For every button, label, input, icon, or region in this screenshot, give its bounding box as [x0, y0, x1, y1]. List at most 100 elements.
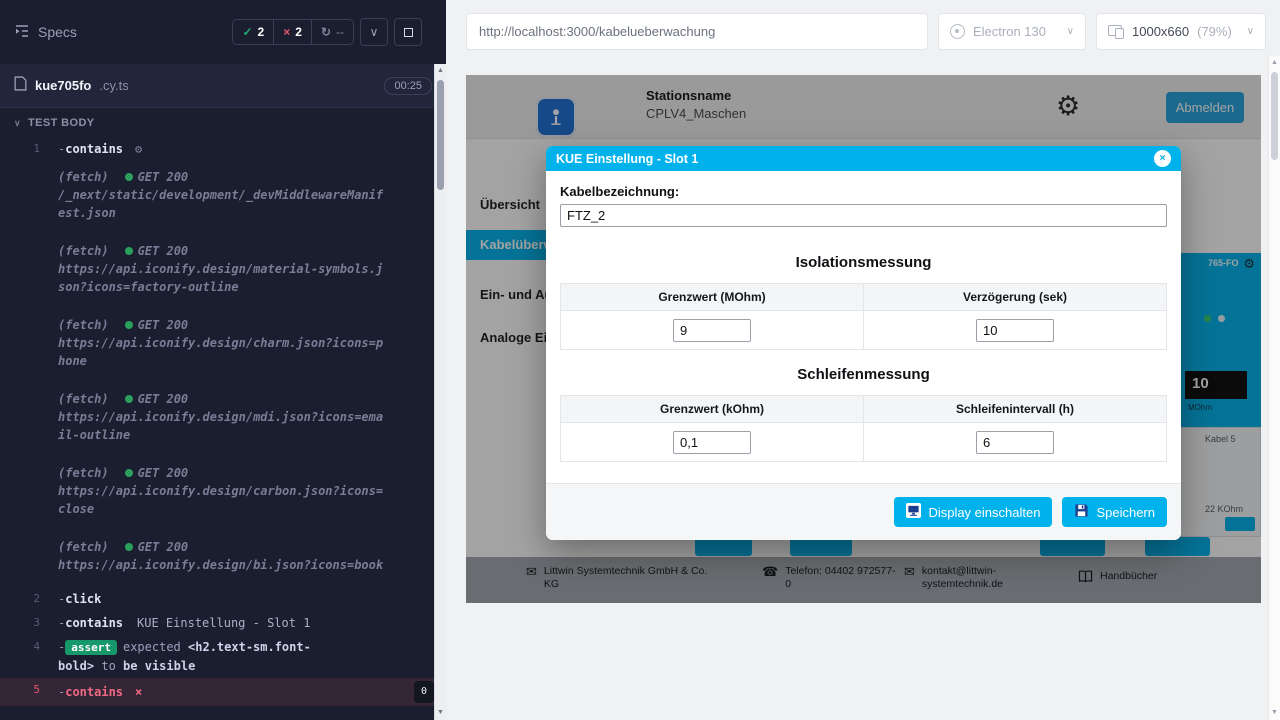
fetch-log: (fetch)GET 200 https://api.iconify.desig… [0, 457, 446, 531]
stop-icon [404, 28, 413, 37]
modal-header: KUE Einstellung - Slot 1 × [546, 146, 1181, 171]
reporter-scrollbar[interactable]: ▲ ▼ [434, 64, 446, 720]
chevron-down-icon: ∨ [1067, 26, 1074, 37]
kabelbezeichnung-input[interactable] [560, 204, 1167, 227]
status-dot-icon [125, 247, 133, 255]
specs-menu-button[interactable]: Specs [14, 23, 77, 42]
test-body-label: TEST BODY [28, 117, 95, 129]
display-einschalten-button[interactable]: Display einschalten [894, 497, 1052, 527]
fetch-status: GET 200 [138, 392, 189, 406]
spec-timer: 00:25 [384, 77, 432, 95]
scrollbar-thumb[interactable] [1271, 72, 1278, 160]
reporter-controls: ✓2 ×2 ↻-- ∨ [232, 18, 422, 46]
command-row-assert[interactable]: 4 assertexpected <h2.text-sm.font-bold> … [0, 635, 446, 678]
column-header: Grenzwert (kOhm) [561, 396, 864, 423]
specs-list-icon [14, 23, 30, 42]
scroll-up-icon[interactable]: ▲ [1269, 56, 1280, 70]
fetch-label: (fetch) [58, 244, 109, 258]
fetch-log: (fetch) GET 200 https://api.iconify.desig… [0, 235, 446, 309]
isolationsmessung-table: Grenzwert (MOhm) Verzögerung (sek) [560, 283, 1167, 350]
schleifenmessung-table: Grenzwert (kOhm) Schleifenintervall (h) [560, 395, 1167, 462]
assert-badge: assert [65, 640, 117, 655]
column-header: Schleifenintervall (h) [864, 396, 1167, 423]
failed-stat: ×2 [273, 20, 311, 44]
test-stats: ✓2 ×2 ↻-- [232, 19, 354, 45]
column-header: Verzögerung (sek) [864, 284, 1167, 311]
fetch-status: GET 200 [138, 540, 189, 554]
fetch-label: (fetch) [58, 170, 109, 184]
spec-name: kue705fo [35, 78, 91, 93]
cypress-reporter: Specs ✓2 ×2 ↻-- ∨ kue705fo .cy.ts 00:25 ∨… [0, 0, 446, 720]
command-row-contains-1[interactable]: 1 contains ⚙ [0, 137, 446, 161]
url-bar[interactable]: http://localhost:3000/kabelueberwachung [466, 13, 928, 50]
screen: Specs ✓2 ×2 ↻-- ∨ kue705fo .cy.ts 00:25 ∨… [0, 0, 1280, 720]
viewport-size: 1000x660 [1132, 24, 1189, 39]
viewport-zoom: (79%) [1197, 24, 1232, 39]
fetch-url: https://api.iconify.design/mdi.json?icon… [58, 408, 388, 444]
spec-file-row[interactable]: kue705fo .cy.ts 00:25 [0, 64, 446, 108]
fetch-log: (fetch)GET 200 https://api.iconify.desig… [0, 383, 446, 457]
scrollbar-thumb[interactable] [437, 80, 444, 190]
pending-stat: ↻-- [311, 20, 353, 44]
page-scrollbar[interactable]: ▲ ▼ [1268, 56, 1280, 720]
browser-selector[interactable]: Electron 130 ∨ [938, 13, 1086, 50]
verzoegerung-sek-input[interactable] [976, 319, 1054, 342]
command-row-contains-failed[interactable]: 5 contains×0 [0, 678, 446, 706]
spec-file-icon [14, 76, 27, 96]
chevron-down-icon: ∨ [14, 118, 21, 129]
grenzwert-kohm-input[interactable] [673, 431, 751, 454]
assert-text: expected [123, 640, 181, 654]
command-number: 5 [0, 681, 58, 703]
electron-icon [950, 24, 965, 39]
display-icon [906, 503, 921, 521]
column-header: Grenzwert (MOhm) [561, 284, 864, 311]
options-gear-icon: ⚙ [135, 142, 142, 156]
collapse-button[interactable]: ∨ [360, 18, 388, 46]
cross-icon: × [283, 25, 290, 39]
isolationsmessung-heading: Isolationsmessung [560, 254, 1167, 271]
app-under-test: Stationsname CPLV4_Maschen ⚙ Abmelden Üb… [466, 75, 1261, 603]
fetch-log: (fetch) GET 200 /_next/static/development… [0, 161, 446, 235]
reporter-header: Specs ✓2 ×2 ↻-- ∨ [0, 0, 446, 64]
command-message: KUE Einstellung - Slot 1 [137, 616, 310, 630]
viewport-icon [1108, 25, 1124, 39]
schleifenintervall-input[interactable] [976, 431, 1054, 454]
viewport-selector[interactable]: 1000x660 (79%) ∨ [1096, 13, 1266, 50]
command-name: contains [58, 683, 123, 701]
test-body-section[interactable]: ∨ TEST BODY [0, 108, 446, 133]
check-icon: ✓ [242, 25, 252, 39]
scroll-down-icon[interactable]: ▼ [1269, 706, 1280, 720]
grenzwert-mohm-input[interactable] [673, 319, 751, 342]
command-number: 1 [0, 140, 58, 158]
speichern-button[interactable]: Speichern [1062, 497, 1167, 527]
command-name: contains [58, 616, 123, 630]
fetch-status: GET 200 [138, 244, 189, 258]
stop-tests-button[interactable] [394, 18, 422, 46]
fetch-url: https://api.iconify.design/material-symb… [58, 260, 388, 296]
fetch-status: GET 200 [138, 170, 189, 184]
fetch-label: (fetch) [58, 540, 109, 554]
browser-name: Electron 130 [973, 24, 1046, 39]
close-icon[interactable]: × [1154, 150, 1171, 167]
spec-extension: .cy.ts [99, 78, 128, 93]
command-number: 4 [0, 638, 58, 675]
modal-title: KUE Einstellung - Slot 1 [556, 152, 698, 166]
url-text: http://localhost:3000/kabelueberwachung [479, 24, 715, 39]
scroll-down-icon[interactable]: ▼ [435, 706, 446, 720]
kabelbezeichnung-label: Kabelbezeichnung: [560, 184, 1167, 199]
command-row-contains-2[interactable]: 3 containsKUE Einstellung - Slot 1 [0, 611, 446, 635]
modal-footer: Display einschalten Speichern [546, 483, 1181, 540]
fetch-status: GET 200 [138, 318, 189, 332]
chevron-down-icon: ∨ [370, 25, 379, 39]
command-name: click [58, 592, 101, 606]
status-dot-icon [125, 173, 133, 181]
scroll-up-icon[interactable]: ▲ [435, 64, 446, 78]
modal-body: Kabelbezeichnung: Isolationsmessung Gren… [546, 184, 1181, 462]
fetch-label: (fetch) [58, 466, 109, 480]
command-row-click[interactable]: 2 click [0, 587, 446, 611]
command-name: contains [58, 142, 123, 156]
pending-count: -- [336, 25, 344, 39]
fetch-url: /_next/static/development/_devMiddleware… [58, 186, 388, 222]
fetch-url: https://api.iconify.design/bi.json?icons… [58, 556, 388, 574]
fetch-url: https://api.iconify.design/charm.json?ic… [58, 334, 388, 370]
